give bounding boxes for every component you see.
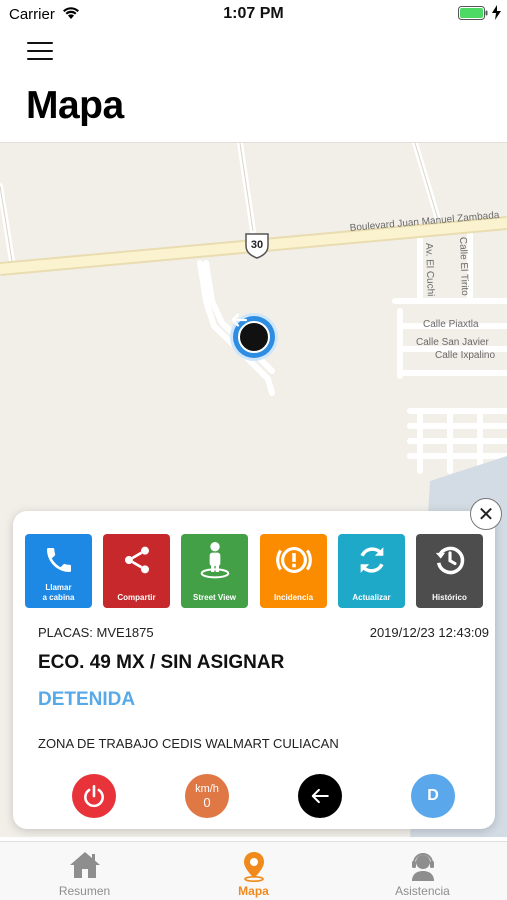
history-label: Histórico xyxy=(432,593,467,602)
person-icon xyxy=(181,540,248,580)
power-icon xyxy=(84,784,104,808)
support-agent-icon xyxy=(338,850,507,881)
share-label: Compartir xyxy=(117,593,156,602)
alert-icon xyxy=(260,540,327,580)
charging-icon xyxy=(492,5,501,25)
close-card-button[interactable]: ✕ xyxy=(470,498,502,530)
page-title: Mapa xyxy=(26,84,124,127)
refresh-icon xyxy=(338,540,405,580)
street-label-san-javier: Calle San Javier xyxy=(416,337,489,348)
call-cabin-label-2: a cabina xyxy=(42,593,75,602)
home-icon xyxy=(0,850,169,880)
tab-resumen[interactable]: Resumen xyxy=(0,842,169,900)
vehicle-state: DETENIDA xyxy=(38,689,136,710)
arrow-left-icon xyxy=(311,788,329,804)
phone-icon xyxy=(25,540,92,580)
refresh-label: Actualizar xyxy=(352,593,391,602)
speed-value: 0 xyxy=(203,795,211,810)
clock-history-icon xyxy=(416,540,483,580)
street-label-piaxtla: Calle Piaxtla xyxy=(423,319,479,330)
tab-mapa[interactable]: Mapa xyxy=(169,842,338,900)
call-cabin-label-1: Llamar xyxy=(45,583,72,592)
street-label-ixpalino: Calle Ixpalino xyxy=(435,350,495,361)
driver-badge: D xyxy=(427,787,439,804)
vehicle-marker[interactable] xyxy=(230,313,278,361)
close-icon: ✕ xyxy=(477,503,495,526)
speed-indicator[interactable]: km/h 0 xyxy=(185,774,229,818)
street-label-el-cuchi: Av. El Cuchi xyxy=(423,243,436,297)
incident-button[interactable]: Incidencia xyxy=(260,534,327,608)
tab-asistencia-label: Asistencia xyxy=(395,884,450,898)
map-pin-icon xyxy=(169,850,338,882)
unit-name: ECO. 49 MX / SIN ASIGNAR xyxy=(38,652,285,673)
tab-asistencia[interactable]: Asistencia xyxy=(338,842,507,900)
hamburger-menu-icon[interactable] xyxy=(27,42,53,64)
tab-mapa-label: Mapa xyxy=(238,884,269,898)
route-shield-label: 30 xyxy=(251,239,263,251)
history-button[interactable]: Histórico xyxy=(416,534,483,608)
call-cabin-button[interactable]: Llamar a cabina xyxy=(25,534,92,608)
driver-button[interactable]: D xyxy=(411,774,455,818)
share-button[interactable]: Compartir xyxy=(103,534,170,608)
clock: 1:07 PM xyxy=(223,5,284,22)
street-view-button[interactable]: Street View xyxy=(181,534,248,608)
arrow-left-icon xyxy=(231,313,248,327)
engine-power-button[interactable] xyxy=(72,774,116,818)
tab-resumen-label: Resumen xyxy=(58,884,111,898)
action-buttons-row: Llamar a cabina Compartir Street View Inc… xyxy=(25,534,485,608)
incident-label: Incidencia xyxy=(273,593,314,602)
direction-button[interactable] xyxy=(298,774,342,818)
last-report-timestamp: 2019/12/23 12:43:09 xyxy=(369,625,489,640)
tab-bar: Resumen Mapa Asistencia xyxy=(0,841,507,900)
battery-icon xyxy=(458,6,488,25)
refresh-button[interactable]: Actualizar xyxy=(338,534,405,608)
geofence-zone: ZONA DE TRABAJO CEDIS WALMART CULIACAN xyxy=(38,736,339,751)
status-bar: Carrier 1:07 PM xyxy=(0,0,507,28)
street-label-el-tirito: Calle El Tirito xyxy=(457,237,470,297)
share-icon xyxy=(103,540,170,580)
street-view-label: Street View xyxy=(193,593,236,602)
plate-number: PLACAS: MVE1875 xyxy=(38,625,154,640)
